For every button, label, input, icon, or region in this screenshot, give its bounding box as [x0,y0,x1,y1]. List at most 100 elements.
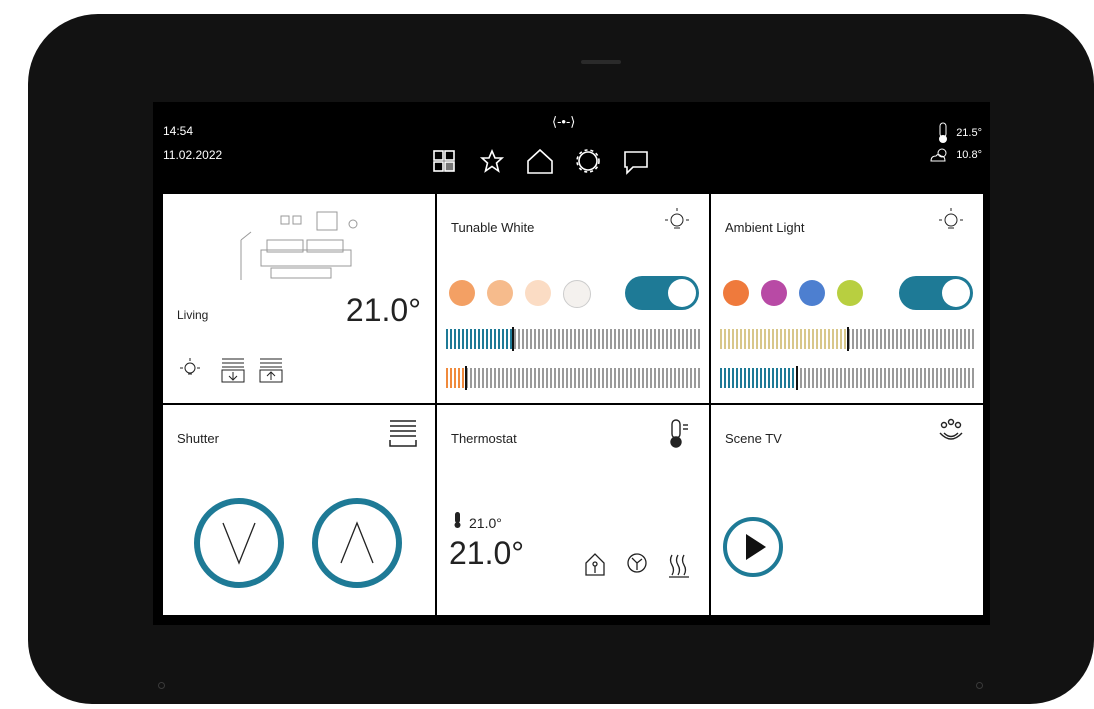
thermometer-icon [939,122,948,143]
slider-tick [606,329,608,349]
slider-tick [630,368,632,388]
slider-tick [598,329,600,349]
slider-tick [800,329,802,349]
play-scene-button[interactable] [721,515,785,579]
slider-tick [892,368,894,388]
slider-tick [928,368,930,388]
color-preset-cool[interactable] [563,280,591,308]
fan-auto-icon[interactable] [625,551,649,579]
shutter-up-icon[interactable] [257,356,285,384]
slider-tick [804,368,806,388]
slider-tick [650,368,652,388]
slider-tick [638,329,640,349]
screw-left [158,682,165,689]
slider-thumb[interactable] [465,366,467,390]
color-temp-slider[interactable] [445,366,701,390]
slider-tick [944,368,946,388]
slider-tick [788,368,790,388]
shutter-down-button[interactable] [193,497,285,589]
slider-tick [792,368,794,388]
slider-tick [682,368,684,388]
slider-tick [760,329,762,349]
slider-thumb[interactable] [796,366,798,390]
slider-tick [940,329,942,349]
tile-title: Tunable White [451,220,535,235]
brightness-slider[interactable] [445,327,701,351]
living-room-tile[interactable]: Living 21.0° [163,194,435,403]
slider-tick [896,368,898,388]
slider-tick [482,329,484,349]
slider-tick [908,329,910,349]
slider-tick [968,329,970,349]
slider-thumb[interactable] [847,327,849,351]
slider-tick [498,329,500,349]
slider-tick [832,368,834,388]
settings-icon[interactable] [573,146,603,176]
color-preset-warm[interactable] [449,280,475,306]
slider-tick [952,329,954,349]
slider-tick [498,368,500,388]
color-preset-orange[interactable] [723,280,749,306]
drag-handle-icon[interactable]: ⟨-•-⟩ [552,114,575,130]
slider-tick [642,329,644,349]
slider-tick [756,368,758,388]
slider-tick [674,329,676,349]
slider-tick [744,329,746,349]
color-preset-neutral[interactable] [525,280,551,306]
bulb-icon[interactable] [935,206,967,238]
rooms-icon[interactable] [429,146,459,176]
slider-tick [450,329,452,349]
slider-tick [510,329,512,349]
slider-tick [514,368,516,388]
slider-tick [562,368,564,388]
slider-tick [932,329,934,349]
slider-tick [662,368,664,388]
color-preset-blue[interactable] [799,280,825,306]
slider-tick [896,329,898,349]
slider-tick [936,329,938,349]
slider-tick [478,368,480,388]
slider-tick [960,329,962,349]
tile-title: Ambient Light [725,220,805,235]
slider-tick [736,329,738,349]
slider-tick [864,329,866,349]
slider-tick [630,329,632,349]
slider-tick [924,329,926,349]
favorites-icon[interactable] [477,146,507,176]
slider-tick [606,368,608,388]
slider-tick [768,368,770,388]
power-toggle[interactable] [625,276,699,310]
brightness-slider[interactable] [719,366,975,390]
slider-tick [686,368,688,388]
slider-tick [522,368,524,388]
color-preset-green[interactable] [837,280,863,306]
slider-tick [470,329,472,349]
home-icon[interactable] [525,146,555,176]
outdoor-temp: 10.8° [956,149,982,161]
power-toggle[interactable] [899,276,973,310]
shutter-tile: Shutter [163,405,435,615]
shutter-down-icon[interactable] [219,356,247,384]
home-mode-icon[interactable] [583,551,607,579]
slider-tick [800,368,802,388]
slider-tick [740,368,742,388]
heating-icon[interactable] [667,551,691,579]
slider-tick [888,329,890,349]
slider-tick [960,368,962,388]
slider-tick [972,368,974,388]
messages-icon[interactable] [621,146,651,176]
color-slider[interactable] [719,327,975,351]
shutter-up-button[interactable] [311,497,403,589]
color-preset-soft[interactable] [487,280,513,306]
slider-tick [534,329,536,349]
slider-thumb[interactable] [512,327,514,351]
slider-tick [654,329,656,349]
slider-tick [808,329,810,349]
bulb-icon[interactable] [661,206,693,238]
slider-tick [768,329,770,349]
slider-tick [864,368,866,388]
slider-tick [658,368,660,388]
slider-tick [598,368,600,388]
color-preset-purple[interactable] [761,280,787,306]
bulb-icon[interactable] [177,357,203,383]
